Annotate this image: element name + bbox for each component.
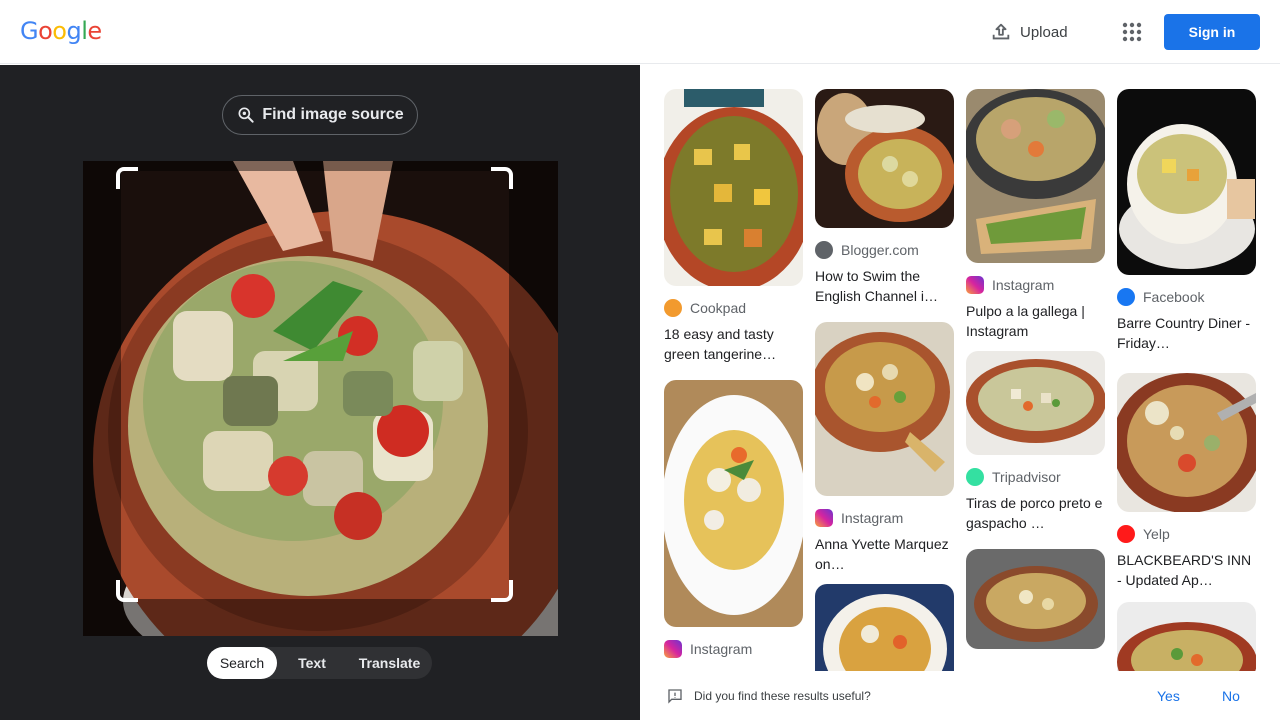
result-source-label: Instagram xyxy=(690,641,753,657)
result-thumbnail xyxy=(815,89,954,228)
result-card[interactable]: Instagram Pulpo a la gallega | Instagram xyxy=(966,89,1105,341)
crop-handle-bottom-right[interactable] xyxy=(491,580,513,602)
result-source: Cookpad xyxy=(664,298,803,318)
soup-photo xyxy=(83,161,558,636)
results-column: Instagram Pulpo a la gallega | Instagram… xyxy=(966,89,1105,649)
result-card[interactable]: Instagram Anna Yvette Marquez on… xyxy=(815,322,954,574)
sign-in-button[interactable]: Sign in xyxy=(1164,14,1260,50)
result-source: Blogger.com xyxy=(815,240,954,260)
instagram-icon xyxy=(966,276,984,294)
yelp-icon xyxy=(1117,525,1135,543)
result-source: Yelp xyxy=(1117,524,1256,544)
feedback-yes-button[interactable]: Yes xyxy=(1157,688,1180,704)
lens-search-icon xyxy=(238,107,254,123)
globe-icon xyxy=(815,241,833,259)
result-title: BLACKBEARD'S INN - Updated Ap… xyxy=(1117,552,1252,588)
results-column: Cookpad 18 easy and tasty green tangerin… xyxy=(664,89,803,659)
feedback-question: Did you find these results useful? xyxy=(694,689,871,703)
tab-translate[interactable]: Translate xyxy=(347,647,432,679)
result-source: Tripadvisor xyxy=(966,467,1105,487)
logo-letter: G xyxy=(20,17,39,45)
feedback-icon xyxy=(668,689,682,704)
instagram-icon xyxy=(664,640,682,658)
result-thumbnail xyxy=(664,89,803,286)
instagram-icon xyxy=(815,509,833,527)
cookpad-icon xyxy=(664,299,682,317)
crop-handle-top-left[interactable] xyxy=(116,167,138,189)
facebook-icon xyxy=(1117,288,1135,306)
result-source: Instagram xyxy=(815,508,954,528)
lens-panel: Find image source Search Text Translate xyxy=(0,65,640,720)
result-title: Pulpo a la gallega | Instagram xyxy=(966,303,1085,339)
result-thumbnail xyxy=(1117,373,1256,512)
result-card[interactable]: Instagram xyxy=(664,380,803,659)
google-apps-button[interactable] xyxy=(1120,20,1144,44)
result-thumbnail xyxy=(966,351,1105,455)
result-source-label: Blogger.com xyxy=(841,242,919,258)
result-source-label: Cookpad xyxy=(690,300,747,316)
result-card[interactable]: Blogger.com How to Swim the English Chan… xyxy=(815,89,954,306)
visual-matches: Cookpad 18 easy and tasty green tangerin… xyxy=(640,65,1280,671)
logo-letter: e xyxy=(87,17,102,45)
result-title: Barre Country Diner - Friday… xyxy=(1117,315,1251,351)
result-source-label: Facebook xyxy=(1143,289,1205,305)
result-thumbnail xyxy=(815,322,954,496)
google-logo[interactable]: Google xyxy=(20,17,102,45)
feedback-no-button[interactable]: No xyxy=(1222,688,1240,704)
result-source: Instagram xyxy=(966,275,1105,295)
result-card[interactable] xyxy=(815,584,954,671)
result-thumbnail xyxy=(815,584,954,671)
result-source: Instagram xyxy=(664,639,803,659)
result-card[interactable] xyxy=(966,549,1105,649)
result-title: 18 easy and tasty green tangerine… xyxy=(664,326,777,362)
upload-label: Upload xyxy=(1020,23,1068,41)
result-thumbnail xyxy=(966,89,1105,263)
result-thumbnail xyxy=(1117,89,1256,275)
logo-letter: o xyxy=(52,17,67,45)
result-thumbnail xyxy=(664,380,803,627)
result-title: How to Swim the English Channel i… xyxy=(815,268,938,304)
result-source-label: Tripadvisor xyxy=(992,469,1061,485)
upload-icon xyxy=(992,23,1010,40)
top-bar: Google Upload Sign in xyxy=(0,0,1280,64)
result-thumbnail xyxy=(966,549,1105,649)
lens-mode-tabs: Search Text Translate xyxy=(207,647,432,679)
logo-letter: o xyxy=(38,17,53,45)
feedback-bar: Did you find these results useful? Yes N… xyxy=(640,671,1280,720)
query-image[interactable] xyxy=(83,161,558,636)
result-card[interactable]: Yelp BLACKBEARD'S INN - Updated Ap… xyxy=(1117,373,1256,590)
apps-grid-icon xyxy=(1122,22,1142,42)
upload-button[interactable]: Upload xyxy=(990,18,1068,46)
result-card[interactable]: Cookpad 18 easy and tasty green tangerin… xyxy=(664,89,803,364)
result-card[interactable]: Tripadvisor Tiras de porco preto e gaspa… xyxy=(966,351,1105,533)
crop-handle-top-right[interactable] xyxy=(491,167,513,189)
crop-handle-bottom-left[interactable] xyxy=(116,580,138,602)
result-title: Tiras de porco preto e gaspacho … xyxy=(966,495,1103,531)
find-image-source-label: Find image source xyxy=(262,106,404,123)
result-source-label: Yelp xyxy=(1143,526,1170,542)
result-card[interactable] xyxy=(1117,602,1256,671)
results-column: Blogger.com How to Swim the English Chan… xyxy=(815,89,954,671)
tab-search[interactable]: Search xyxy=(207,647,277,679)
result-card[interactable]: Facebook Barre Country Diner - Friday… xyxy=(1117,89,1256,353)
result-thumbnail xyxy=(1117,602,1256,671)
tab-text[interactable]: Text xyxy=(277,647,347,679)
result-title: Anna Yvette Marquez on… xyxy=(815,536,949,572)
result-source-label: Instagram xyxy=(841,510,904,526)
logo-letter: g xyxy=(66,17,82,45)
find-image-source-button[interactable]: Find image source xyxy=(222,95,418,135)
results-column: Facebook Barre Country Diner - Friday… Y… xyxy=(1117,89,1256,671)
tripadvisor-icon xyxy=(966,468,984,486)
result-source: Facebook xyxy=(1117,287,1256,307)
result-source-label: Instagram xyxy=(992,277,1055,293)
